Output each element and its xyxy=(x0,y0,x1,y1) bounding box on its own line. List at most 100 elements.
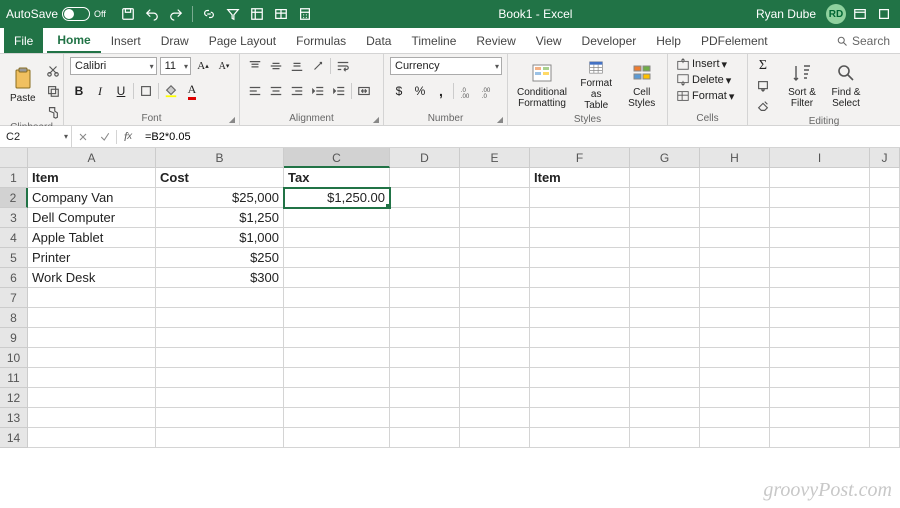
cell[interactable] xyxy=(390,328,460,348)
column-header[interactable]: G xyxy=(630,148,700,168)
row-header[interactable]: 12 xyxy=(0,388,28,408)
cell[interactable] xyxy=(530,188,630,208)
cell[interactable] xyxy=(700,188,770,208)
undo-icon[interactable] xyxy=(142,4,162,24)
paste-button[interactable]: Paste xyxy=(6,57,40,113)
cell[interactable] xyxy=(390,428,460,448)
cell[interactable] xyxy=(390,228,460,248)
bold-button[interactable]: B xyxy=(70,82,88,100)
cell[interactable]: Item xyxy=(530,168,630,188)
cell[interactable] xyxy=(870,348,900,368)
tab-developer[interactable]: Developer xyxy=(572,28,647,53)
column-header[interactable]: H xyxy=(700,148,770,168)
cell[interactable] xyxy=(870,328,900,348)
cell[interactable] xyxy=(460,248,530,268)
format-cells-button[interactable]: Format ▾ xyxy=(674,89,741,103)
row-header[interactable]: 9 xyxy=(0,328,28,348)
font-family-dropdown[interactable]: Calibri▾ xyxy=(70,57,157,75)
cell[interactable] xyxy=(530,268,630,288)
cell[interactable] xyxy=(530,308,630,328)
cell[interactable] xyxy=(460,328,530,348)
cell[interactable] xyxy=(630,348,700,368)
autosave-toggle[interactable]: AutoSave Off xyxy=(6,7,106,21)
column-header[interactable]: C xyxy=(284,148,390,168)
underline-button[interactable]: U xyxy=(112,82,130,100)
cell[interactable] xyxy=(156,408,284,428)
number-format-dropdown[interactable]: Currency▾ xyxy=(390,57,502,75)
cell[interactable] xyxy=(700,168,770,188)
cell[interactable] xyxy=(630,168,700,188)
cell[interactable] xyxy=(770,428,870,448)
cell[interactable]: $250 xyxy=(156,248,284,268)
tab-home[interactable]: Home xyxy=(47,28,100,53)
tab-data[interactable]: Data xyxy=(356,28,401,53)
column-header[interactable]: F xyxy=(530,148,630,168)
search-menu[interactable]: Search xyxy=(826,28,900,53)
cell[interactable] xyxy=(530,248,630,268)
autosum-icon[interactable]: Σ xyxy=(754,57,772,75)
cell[interactable] xyxy=(460,368,530,388)
fill-icon[interactable] xyxy=(754,77,772,95)
cell[interactable] xyxy=(870,308,900,328)
cell[interactable]: Item xyxy=(28,168,156,188)
cell[interactable] xyxy=(460,388,530,408)
cell[interactable] xyxy=(390,388,460,408)
cell[interactable] xyxy=(770,308,870,328)
cell[interactable] xyxy=(870,388,900,408)
find-select-button[interactable]: Find & Select xyxy=(826,57,866,113)
dialog-launcher-icon[interactable]: ◢ xyxy=(497,115,503,124)
cell[interactable] xyxy=(870,288,900,308)
cell[interactable] xyxy=(28,428,156,448)
cell[interactable] xyxy=(390,168,460,188)
cell[interactable]: Dell Computer xyxy=(28,208,156,228)
tab-help[interactable]: Help xyxy=(646,28,691,53)
cell[interactable] xyxy=(390,408,460,428)
cell[interactable] xyxy=(28,288,156,308)
cell[interactable]: $25,000 xyxy=(156,188,284,208)
ribbon-options-icon[interactable] xyxy=(850,4,870,24)
cell[interactable] xyxy=(284,308,390,328)
cell[interactable]: Work Desk xyxy=(28,268,156,288)
row-header[interactable]: 11 xyxy=(0,368,28,388)
link-icon[interactable] xyxy=(199,4,219,24)
cell[interactable] xyxy=(156,388,284,408)
cell[interactable] xyxy=(530,288,630,308)
cell[interactable] xyxy=(770,328,870,348)
enter-formula-icon[interactable] xyxy=(94,126,116,147)
cell[interactable] xyxy=(284,368,390,388)
cell[interactable] xyxy=(870,228,900,248)
increase-indent-icon[interactable] xyxy=(330,82,348,100)
cell[interactable] xyxy=(460,168,530,188)
tab-timeline[interactable]: Timeline xyxy=(401,28,466,53)
dialog-launcher-icon[interactable]: ◢ xyxy=(373,115,379,124)
cell[interactable] xyxy=(630,388,700,408)
wrap-text-icon[interactable] xyxy=(334,57,352,75)
align-left-icon[interactable] xyxy=(246,82,264,100)
tab-insert[interactable]: Insert xyxy=(101,28,151,53)
cell[interactable] xyxy=(156,328,284,348)
cell[interactable] xyxy=(284,408,390,428)
cell[interactable] xyxy=(156,288,284,308)
dialog-launcher-icon[interactable]: ◢ xyxy=(229,115,235,124)
cell[interactable] xyxy=(770,188,870,208)
cell[interactable] xyxy=(390,308,460,328)
font-color-icon[interactable]: A xyxy=(183,82,201,100)
cell[interactable] xyxy=(870,408,900,428)
cell[interactable]: Cost xyxy=(156,168,284,188)
sort-filter-button[interactable]: Sort & Filter xyxy=(782,57,822,113)
comma-format-icon[interactable]: , xyxy=(432,82,450,100)
cell[interactable] xyxy=(284,268,390,288)
column-header[interactable]: I xyxy=(770,148,870,168)
cell[interactable] xyxy=(870,248,900,268)
column-header[interactable]: B xyxy=(156,148,284,168)
align-bottom-icon[interactable] xyxy=(288,57,306,75)
cell[interactable] xyxy=(630,288,700,308)
cell[interactable] xyxy=(28,388,156,408)
tab-formulas[interactable]: Formulas xyxy=(286,28,356,53)
fill-color-icon[interactable] xyxy=(162,82,180,100)
cell[interactable] xyxy=(700,368,770,388)
cell[interactable] xyxy=(700,228,770,248)
save-icon[interactable] xyxy=(118,4,138,24)
cell[interactable] xyxy=(460,408,530,428)
insert-function-icon[interactable]: fx xyxy=(117,126,139,147)
